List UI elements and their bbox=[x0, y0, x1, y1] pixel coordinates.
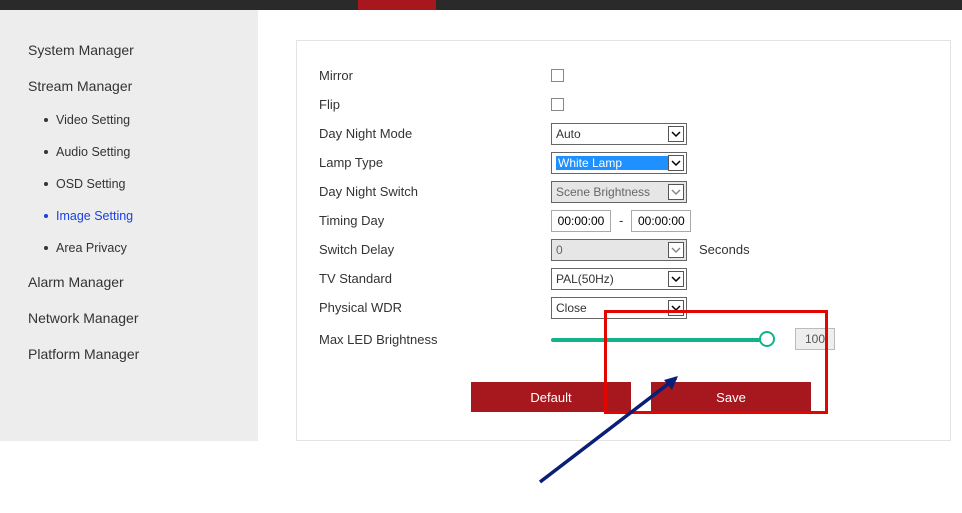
default-button[interactable]: Default bbox=[471, 382, 631, 412]
flip-label: Flip bbox=[319, 97, 551, 112]
sidebar-sub-video-setting[interactable]: Video Setting bbox=[44, 104, 258, 136]
day-night-switch-value: Scene Brightness bbox=[556, 185, 650, 199]
sidebar: System Manager Stream Manager Video Sett… bbox=[0, 10, 258, 441]
max-led-label: Max LED Brightness bbox=[319, 332, 551, 347]
sidebar-item-system-manager[interactable]: System Manager bbox=[0, 32, 258, 68]
slider-track bbox=[551, 338, 769, 342]
chevron-down-icon bbox=[668, 155, 684, 171]
tv-standard-select[interactable]: PAL(50Hz) bbox=[551, 268, 687, 290]
sidebar-item-alarm-manager[interactable]: Alarm Manager bbox=[0, 264, 258, 300]
day-night-mode-value: Auto bbox=[556, 127, 581, 141]
sidebar-sub-image-setting[interactable]: Image Setting bbox=[44, 200, 258, 232]
sidebar-item-network-manager[interactable]: Network Manager bbox=[0, 300, 258, 336]
tv-standard-value: PAL(50Hz) bbox=[556, 272, 614, 286]
sidebar-sub-osd-setting[interactable]: OSD Setting bbox=[44, 168, 258, 200]
sidebar-sub-area-privacy[interactable]: Area Privacy bbox=[44, 232, 258, 264]
day-night-mode-select[interactable]: Auto bbox=[551, 123, 687, 145]
day-night-switch-label: Day Night Switch bbox=[319, 184, 551, 199]
active-top-tab bbox=[358, 0, 436, 10]
day-night-mode-label: Day Night Mode bbox=[319, 126, 551, 141]
lamp-type-value: White Lamp bbox=[556, 156, 668, 170]
mirror-checkbox[interactable] bbox=[551, 69, 564, 82]
timing-day-end-input[interactable] bbox=[631, 210, 691, 232]
lamp-type-select[interactable]: White Lamp bbox=[551, 152, 687, 174]
mirror-label: Mirror bbox=[319, 68, 551, 83]
chevron-down-icon bbox=[668, 300, 684, 316]
main-content: Mirror Flip Day Night Mode Auto Lamp Typ… bbox=[258, 10, 962, 441]
switch-delay-value: 0 bbox=[556, 243, 563, 257]
tv-standard-label: TV Standard bbox=[319, 271, 551, 286]
sidebar-sub-audio-setting[interactable]: Audio Setting bbox=[44, 136, 258, 168]
lamp-type-label: Lamp Type bbox=[319, 155, 551, 170]
chevron-down-icon bbox=[668, 271, 684, 287]
chevron-down-icon bbox=[668, 184, 684, 200]
physical-wdr-value: Close bbox=[556, 301, 587, 315]
physical-wdr-label: Physical WDR bbox=[319, 300, 551, 315]
day-night-switch-select: Scene Brightness bbox=[551, 181, 687, 203]
settings-panel: Mirror Flip Day Night Mode Auto Lamp Typ… bbox=[296, 40, 951, 441]
physical-wdr-select[interactable]: Close bbox=[551, 297, 687, 319]
timing-day-start-input[interactable] bbox=[551, 210, 611, 232]
save-button[interactable]: Save bbox=[651, 382, 811, 412]
sidebar-item-stream-manager[interactable]: Stream Manager bbox=[0, 68, 258, 104]
chevron-down-icon bbox=[668, 126, 684, 142]
slider-thumb[interactable] bbox=[759, 331, 775, 347]
top-bar bbox=[0, 0, 962, 10]
switch-delay-label: Switch Delay bbox=[319, 242, 551, 257]
chevron-down-icon bbox=[668, 242, 684, 258]
flip-checkbox[interactable] bbox=[551, 98, 564, 111]
timing-day-label: Timing Day bbox=[319, 213, 551, 228]
max-led-slider[interactable] bbox=[551, 329, 769, 349]
sidebar-item-platform-manager[interactable]: Platform Manager bbox=[0, 336, 258, 372]
timing-separator: - bbox=[617, 213, 625, 228]
max-led-value: 100 bbox=[795, 328, 835, 350]
switch-delay-unit: Seconds bbox=[699, 242, 750, 257]
switch-delay-select: 0 bbox=[551, 239, 687, 261]
